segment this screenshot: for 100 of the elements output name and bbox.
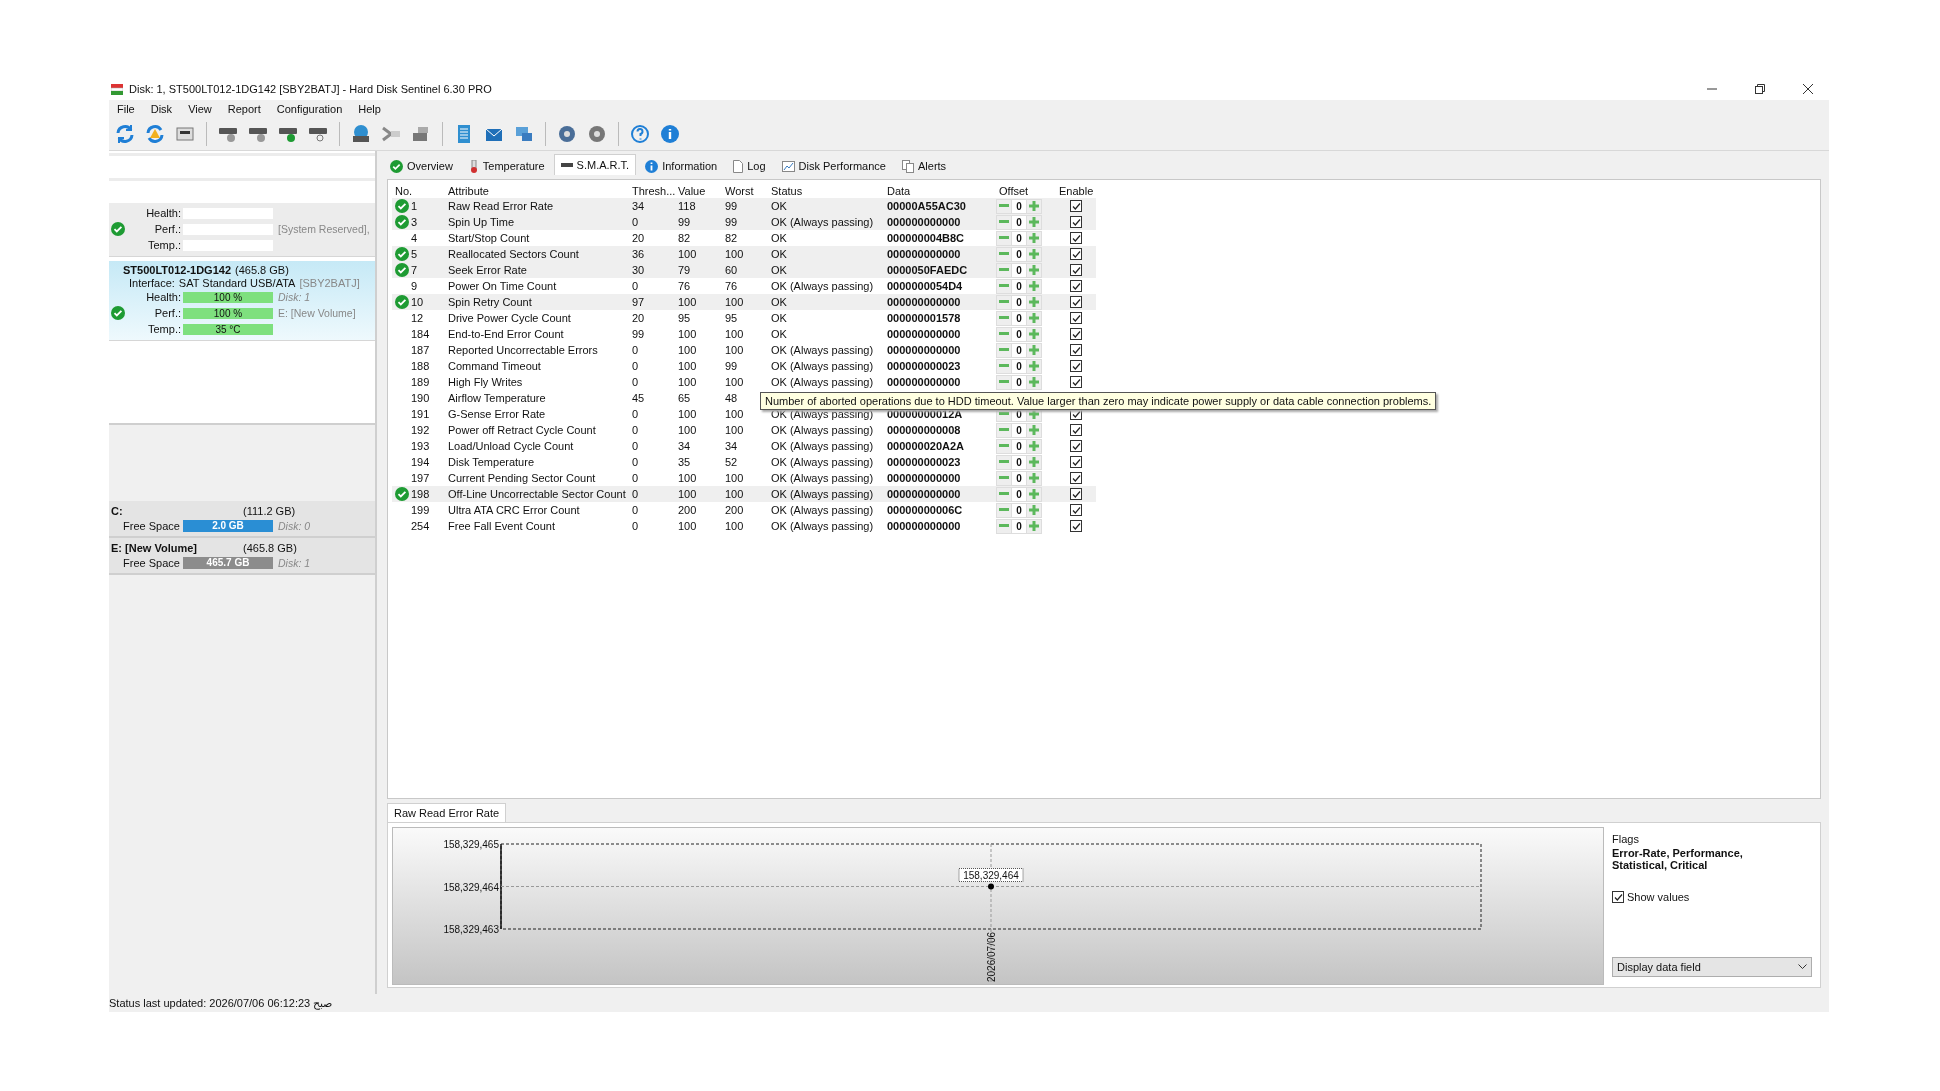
offset-field[interactable]: 0 (1012, 310, 1026, 326)
column-header[interactable]: Status (768, 184, 884, 198)
column-header[interactable]: Value (675, 184, 722, 198)
enable-checkbox[interactable] (1070, 248, 1082, 260)
enable-checkbox[interactable] (1070, 200, 1082, 212)
enable-checkbox[interactable] (1070, 440, 1082, 452)
column-header[interactable]: Data (884, 184, 996, 198)
offset-field[interactable]: 0 (1012, 342, 1026, 358)
column-header[interactable]: Thresh... (629, 184, 675, 198)
table-cell: OK (768, 294, 884, 310)
minus-icon (999, 316, 1009, 320)
metric-note: [System Reserved], (277, 223, 370, 235)
offset-field[interactable]: 0 (1012, 278, 1026, 294)
enable-checkbox[interactable] (1070, 360, 1082, 372)
minus-icon (999, 220, 1009, 224)
free-space-bar: 465.7 GB (183, 557, 273, 569)
column-header[interactable]: No. (392, 184, 445, 198)
offset-field[interactable]: 0 (1012, 230, 1026, 246)
metric-label: Perf.: (153, 307, 182, 319)
offset-field[interactable]: 0 (1012, 198, 1026, 214)
free-space-label: Free Space (123, 557, 181, 569)
offset-field[interactable]: 0 (1012, 486, 1026, 502)
column-header[interactable]: Attribute (445, 184, 629, 198)
plus-icon (1029, 409, 1039, 419)
show-values-checkbox[interactable] (1612, 891, 1624, 903)
tab[interactable]: S.M.A.R.T. (553, 154, 637, 175)
minus-icon (999, 524, 1009, 528)
menu-item[interactable]: Disk (142, 103, 181, 115)
table-cell-text: 200 (724, 503, 745, 518)
table-cell-text: 100 (677, 375, 698, 390)
table-cell-text: 000000004B8C (886, 231, 966, 246)
attribute-number: 192 (410, 424, 430, 436)
table-cell: Spin Up Time (445, 214, 629, 230)
document-icon (733, 159, 744, 173)
table-cell-text: 76 (724, 279, 739, 294)
table-cell-text: 82 (677, 231, 692, 246)
table-cell: 97 (629, 294, 675, 310)
enable-checkbox[interactable] (1070, 312, 1082, 324)
enable-checkbox[interactable] (1070, 472, 1082, 484)
enable-checkbox[interactable] (1070, 264, 1082, 276)
table-cell-text: OK (Always passing) (770, 343, 875, 358)
menu-item[interactable]: View (180, 103, 220, 115)
enable-checkbox[interactable] (1070, 280, 1082, 292)
table-cell-text: 100 (724, 407, 745, 422)
offset-field[interactable]: 0 (1012, 358, 1026, 374)
table-cell-text: 0 (631, 503, 640, 518)
volume-disk: Disk: 1 (277, 557, 311, 569)
attribute-number: 254 (410, 520, 430, 532)
column-header[interactable]: Worst (722, 184, 768, 198)
disk-card[interactable]: ST500LT012-1DG142 (465.8 GB) Interface: SAT Standard USB/ATA [SBY2BATJ] Health: 100 % Disk: 1 Perf.: 100 % E: [New Volume] Temp.: 35 °C (109, 261, 375, 341)
enable-checkbox[interactable] (1070, 216, 1082, 228)
offset-field[interactable]: 0 (1012, 374, 1026, 390)
enable-checkbox[interactable] (1070, 344, 1082, 356)
offset-field[interactable]: 0 (1012, 294, 1026, 310)
menu-item[interactable]: Configuration (268, 103, 351, 115)
menu-item[interactable]: File (109, 103, 143, 115)
offset-field[interactable]: 0 (1012, 470, 1026, 486)
chart-tab[interactable]: Raw Read Error Rate (387, 803, 507, 822)
column-header[interactable]: Offset (996, 184, 1056, 198)
metric-note: Disk: 1 (277, 291, 311, 303)
enable-checkbox[interactable] (1070, 376, 1082, 388)
volume-card[interactable]: E: [New Volume] (465.8 GB) Free Space 465.7 GB Disk: 1 (109, 538, 375, 575)
offset-field[interactable]: 0 (1012, 454, 1026, 470)
offset-field[interactable]: 0 (1012, 214, 1026, 230)
help-icon[interactable] (628, 122, 652, 146)
enable-checkbox[interactable] (1070, 520, 1082, 532)
table-cell-text: 48 (724, 391, 739, 406)
menu-item[interactable]: Help (350, 103, 389, 115)
table-cell-text: 0 (631, 423, 640, 438)
display-select[interactable]: Display data field (1612, 957, 1812, 977)
enable-checkbox[interactable] (1070, 456, 1082, 468)
offset-field[interactable]: 0 (1012, 518, 1026, 534)
table-cell: 79 (675, 262, 722, 278)
check-circle-icon (395, 247, 409, 261)
table-cell: 100 (722, 246, 768, 262)
offset-field[interactable]: 0 (1012, 502, 1026, 518)
table-cell: OK (768, 246, 884, 262)
table-cell: 99 (722, 214, 768, 230)
offset-field[interactable]: 0 (1012, 246, 1026, 262)
table-cell: 100 (675, 486, 722, 502)
disk-card[interactable]: Health: Perf.: [System Reserved], Temp.: (109, 153, 375, 257)
enable-checkbox[interactable] (1070, 504, 1082, 516)
menu-item[interactable]: Report (219, 103, 269, 115)
attribute-number: 184 (410, 328, 430, 340)
volume-card[interactable]: C: (111.2 GB) Free Space 2.0 GB Disk: 0 (109, 501, 375, 538)
enable-checkbox[interactable] (1070, 424, 1082, 436)
window-title: Disk: 1, ST500LT012-1DG142 [SBY2BATJ] - Hard Disk Sentinel 6.30 PRO (129, 83, 493, 95)
enable-checkbox[interactable] (1070, 328, 1082, 340)
metric-bar: 35 °C (183, 323, 273, 335)
offset-field[interactable]: 0 (1012, 438, 1026, 454)
table-cell-text: Command Timeout (447, 359, 542, 374)
column-header[interactable]: Enable (1056, 184, 1096, 198)
offset-field[interactable]: 0 (1012, 326, 1026, 342)
info-icon[interactable] (658, 122, 682, 146)
enable-checkbox[interactable] (1070, 232, 1082, 244)
enable-checkbox[interactable] (1070, 296, 1082, 308)
offset-field[interactable]: 0 (1012, 262, 1026, 278)
offset-field[interactable]: 0 (1012, 422, 1026, 438)
table-cell-text: 95 (677, 311, 692, 326)
enable-checkbox[interactable] (1070, 488, 1082, 500)
